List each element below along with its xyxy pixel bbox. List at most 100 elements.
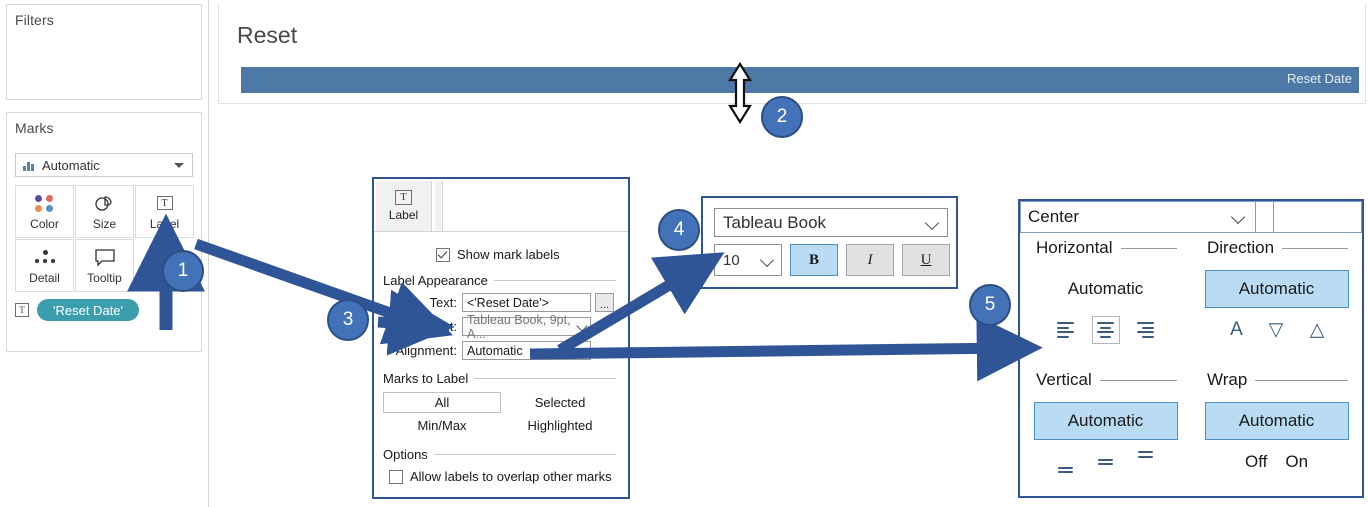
underline-button[interactable]: U	[902, 244, 950, 276]
shelf-detail[interactable]: Detail	[15, 239, 74, 292]
font-family-dropdown[interactable]: Tableau Book	[714, 208, 948, 237]
options-section-header: Options	[383, 447, 616, 462]
font-popup: Tableau Book 10 B I U	[701, 196, 958, 289]
badge-5: 5	[969, 284, 1011, 326]
alignment-topbar-slot	[1256, 201, 1274, 233]
valign-bottom-icon[interactable]	[1052, 448, 1080, 476]
chevron-down-icon	[1230, 209, 1246, 225]
marks-option-selected[interactable]: Selected	[501, 392, 619, 413]
alignment-body: Horizontal Automatic Direction Automatic…	[1020, 234, 1362, 497]
text-field-row: Text: <'Reset Date'> ...	[383, 293, 614, 312]
view-panel: Reset Reset Date	[218, 4, 1366, 104]
horizontal-automatic-button[interactable]: Automatic	[1034, 270, 1178, 308]
alignment-select[interactable]: Center	[1020, 201, 1256, 233]
align-right-icon[interactable]	[1132, 316, 1160, 344]
alignment-topbar-slot-wide	[1274, 201, 1362, 233]
alignment-input[interactable]: Automatic	[462, 341, 591, 360]
overlap-label: Allow labels to overlap other marks	[410, 469, 612, 484]
font-field-row: Font: Tableau Book, 9pt, A...	[383, 313, 614, 341]
label-dialog-body: Show mark labels Label Appearance Text: …	[374, 233, 628, 484]
font-value-text: Tableau Book, 9pt, A...	[467, 312, 571, 341]
badge-4: 4	[658, 209, 700, 251]
wrap-section: Wrap Automatic Off On	[1191, 370, 1362, 472]
text-ellipsis-button[interactable]: ...	[595, 293, 614, 312]
tab-label[interactable]: T Label	[376, 181, 432, 231]
chevron-down-icon	[174, 163, 184, 168]
shelf-size-label: Size	[92, 217, 117, 231]
shelf-tooltip-label: Tooltip	[87, 271, 122, 285]
shelf-label-label: Label	[149, 217, 180, 231]
shelf-detail-label: Detail	[29, 271, 60, 285]
tooltip-bubble-icon	[94, 246, 116, 268]
show-mark-labels-label: Show mark labels	[457, 247, 560, 262]
vertical-title: Vertical	[1036, 370, 1092, 389]
text-field-label: Text:	[429, 295, 457, 310]
marks-to-label-title: Marks to Label	[383, 371, 469, 386]
direction-automatic-button[interactable]: Automatic	[1204, 270, 1349, 308]
shelf-size[interactable]: Size	[75, 185, 134, 238]
chevron-down-icon	[759, 252, 775, 268]
horizontal-icon-row	[1020, 316, 1191, 344]
horizontal-title: Horizontal	[1036, 238, 1113, 257]
font-style-row: 10 B I U	[714, 244, 950, 276]
bold-button[interactable]: B	[790, 244, 838, 276]
alignment-field-label: Alignment:	[395, 343, 457, 358]
section-divider	[474, 378, 616, 379]
size-shapes-icon	[93, 192, 117, 214]
align-center-icon[interactable]	[1091, 316, 1120, 344]
reset-date-pill[interactable]: 'Reset Date'	[37, 299, 139, 321]
bar-mark-label: Reset Date	[1286, 71, 1352, 86]
bar-chart-icon	[23, 160, 36, 171]
valign-middle-icon[interactable]	[1092, 448, 1120, 476]
direction-header: Direction	[1207, 238, 1348, 258]
label-pill-row: T 'Reset Date'	[15, 299, 139, 321]
marks-card: Marks Automatic Color Size T Label Detai…	[6, 112, 202, 352]
badge-3: 3	[327, 299, 369, 341]
text-input[interactable]: <'Reset Date'>	[462, 293, 591, 312]
font-size-dropdown[interactable]: 10	[714, 244, 782, 276]
section-divider	[493, 280, 616, 281]
valign-top-icon[interactable]	[1132, 448, 1160, 476]
direction-section: Direction Automatic A ▷ ▷	[1191, 238, 1362, 344]
marks-to-label-options: All Selected Min/Max Highlighted	[383, 392, 628, 436]
tabstrip-divider	[435, 181, 443, 231]
wrap-title: Wrap	[1207, 370, 1248, 389]
alignment-topbar: Center	[1020, 201, 1362, 233]
align-left-icon[interactable]	[1052, 316, 1080, 344]
section-divider	[433, 454, 616, 455]
text-horizontal-icon[interactable]: A	[1223, 316, 1251, 344]
marks-option-highlighted[interactable]: Highlighted	[501, 415, 619, 436]
reset-bar-mark[interactable]: Reset Date	[241, 67, 1359, 93]
text-rotate-up-icon[interactable]: ▷	[1263, 316, 1291, 344]
show-mark-labels-row[interactable]: Show mark labels	[436, 247, 628, 262]
marks-to-label-section-header: Marks to Label	[383, 371, 616, 386]
wrap-automatic-button[interactable]: Automatic	[1204, 402, 1349, 440]
marks-option-all[interactable]: All	[383, 392, 501, 413]
shelf-label[interactable]: T Label	[135, 185, 194, 238]
page-title: Reset	[237, 22, 298, 48]
text-rotate-down-icon[interactable]: ▷	[1303, 316, 1331, 344]
label-appearance-title: Label Appearance	[383, 273, 488, 288]
mark-type-dropdown[interactable]: Automatic	[15, 153, 193, 177]
italic-button[interactable]: I	[846, 244, 894, 276]
filters-card-title: Filters	[15, 12, 54, 28]
wrap-header: Wrap	[1207, 370, 1348, 390]
overlap-checkbox[interactable]	[389, 469, 403, 484]
label-dialog-tabstrip: T Label	[374, 179, 628, 232]
wrap-on-button[interactable]: On	[1285, 452, 1308, 472]
badge-1: 1	[162, 250, 204, 292]
vertical-automatic-button[interactable]: Automatic	[1033, 402, 1178, 440]
shelf-color[interactable]: Color	[15, 185, 74, 238]
alignment-select-value: Center	[1028, 207, 1080, 226]
direction-title: Direction	[1207, 238, 1275, 257]
overlap-option-row[interactable]: Allow labels to overlap other marks	[389, 469, 628, 484]
font-input[interactable]: Tableau Book, 9pt, A...	[462, 313, 591, 341]
text-label-icon: T	[156, 192, 173, 214]
section-divider	[1099, 379, 1177, 381]
shelf-tooltip[interactable]: Tooltip	[75, 239, 134, 292]
show-mark-labels-checkbox[interactable]	[436, 247, 450, 262]
marks-option-minmax[interactable]: Min/Max	[383, 415, 501, 436]
wrap-off-button[interactable]: Off	[1245, 452, 1267, 472]
tableau-screenshot: Filters Marks Automatic Color Size T Lab…	[0, 0, 1368, 507]
marks-card-title: Marks	[15, 120, 54, 136]
